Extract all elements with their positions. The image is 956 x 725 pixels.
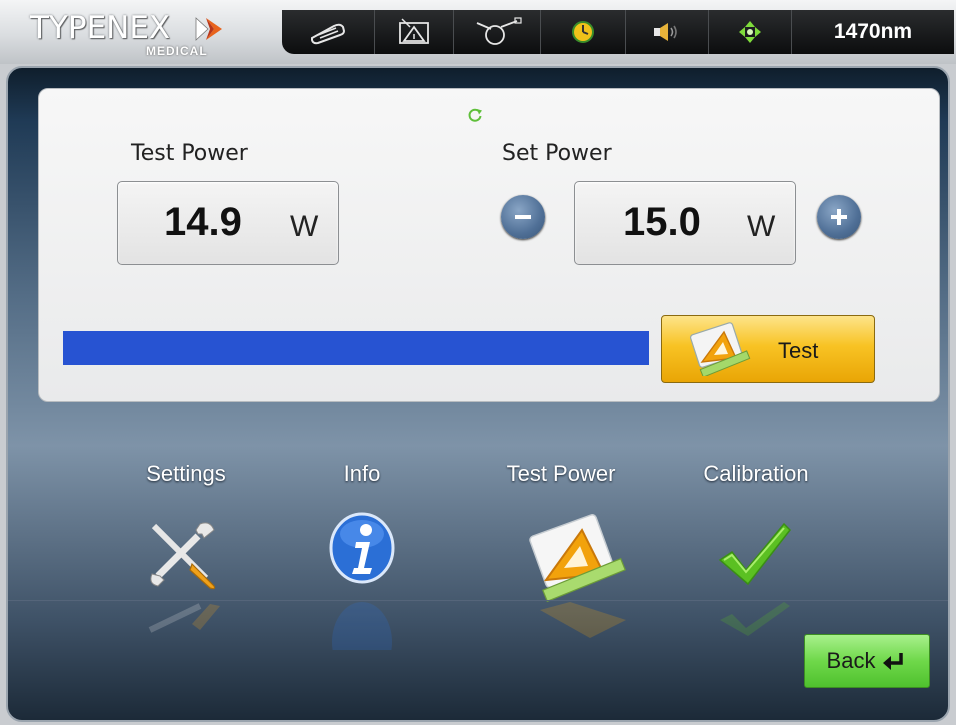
info-icon-reflection (332, 602, 392, 650)
minus-icon (515, 215, 531, 219)
test-progress-bar (63, 331, 649, 365)
nav-label-settings: Settings (146, 461, 226, 486)
speaker-icon[interactable] (626, 10, 709, 54)
fiber-icon[interactable] (454, 10, 541, 54)
nav-label-calibration: Calibration (703, 461, 809, 486)
back-button-label: Back (826, 648, 876, 673)
test-progress-fill (63, 331, 649, 365)
test-power-icon-reflection (540, 602, 626, 638)
test-power-label: Test Power (131, 141, 248, 166)
brand-subtitle: MEDICAL (146, 44, 208, 58)
test-button-label: Test (778, 338, 819, 363)
tools-icon-reflection (148, 603, 220, 633)
test-power-display: 14.9 W (117, 181, 339, 265)
brand-mark-icon (195, 17, 222, 41)
brand-logo: TYPENEX MEDICAL (30, 10, 240, 62)
foot-pedal-icon[interactable] (282, 10, 375, 54)
nav-label-info: Info (343, 461, 381, 486)
return-arrow-icon (883, 653, 904, 670)
plus-icon (831, 209, 847, 225)
tools-icon[interactable] (144, 516, 220, 592)
top-header: TYPENEX MEDICAL 1470nm (0, 0, 956, 64)
decrease-power-button[interactable] (501, 195, 545, 239)
set-power-value: 15.0 (623, 200, 701, 244)
reflection-horizon (8, 600, 948, 601)
checkmark-icon[interactable] (716, 520, 794, 588)
crosshair-icon[interactable] (709, 10, 792, 54)
test-power-value: 14.9 (164, 200, 242, 244)
test-power-unit: W (290, 210, 319, 243)
wavelength-label: 1470nm (833, 20, 913, 43)
status-bar: 1470nm (282, 10, 954, 54)
brand-name: TYPENEX (30, 10, 171, 46)
set-power-label: Set Power (502, 141, 612, 166)
timer-icon[interactable] (541, 10, 626, 54)
nav-label-test-power: Test Power (506, 461, 616, 486)
test-power-nav-icon[interactable] (526, 514, 628, 604)
info-icon[interactable] (328, 512, 396, 584)
increase-power-button[interactable] (817, 195, 861, 239)
aiming-beam-icon[interactable] (375, 10, 454, 54)
test-power-panel: Test Power 14.9 W Set Power 15.0 W Test (38, 88, 940, 402)
set-power-unit: W (747, 210, 776, 243)
back-button[interactable]: Back (804, 634, 930, 688)
set-power-display: 15.0 W (574, 181, 796, 265)
checkmark-icon-reflection (720, 602, 790, 636)
refresh-icon[interactable] (467, 107, 483, 123)
test-power-icon (690, 322, 751, 376)
test-button[interactable]: Test (661, 315, 875, 383)
